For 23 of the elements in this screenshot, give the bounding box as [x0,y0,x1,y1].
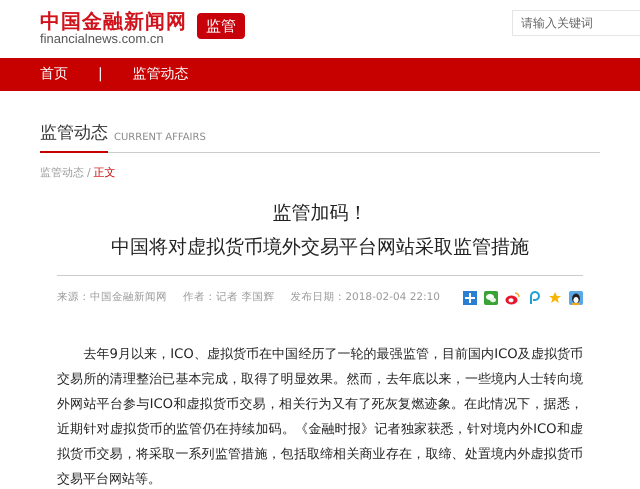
channel-badge: 监管 [197,13,245,39]
logo-title: 中国金融新闻网 [40,10,187,32]
logo-domain: financialnews.com.cn [40,32,165,46]
meta-info: 来源：中国金融新闻网 [57,290,167,305]
breadcrumb-link[interactable]: 正文 [94,164,116,181]
article-title: 监管加码！ [272,201,368,225]
star-icon[interactable] [548,290,562,305]
plus-icon[interactable] [463,290,477,305]
penguin-icon[interactable] [569,290,583,305]
meta-info: 作者：记者 李国辉 [183,290,274,305]
wechat-icon[interactable] [484,290,498,305]
section-title: 监管动态 [40,121,108,152]
section-subtitle: CURRENT AFFAIRS [114,130,206,144]
breadcrumb-separator: / [87,164,91,180]
nav-link[interactable]: 监管动态 [132,64,189,85]
nav-link[interactable]: 首页 [40,64,68,85]
nav-separator: | [98,65,103,84]
article-paragraph: 去年9月以来，ICO、虚拟货币在中国经历了一轮的最强监管，目前国内ICO及虚拟货币交易所的清理整治已基本完成，取得了明显效果。然而，去年底以来，一些境内人士转向境外网站平台参与ICO和虚拟货币交易，相关行为又有了死灰复燃迹象。在此情况下，据悉，近期针对虚拟货币的监管仍在持续加码。《金融时报》记者独家获悉，针对境内外ICO和虚拟货币交易，将采取一系列监管措施，包括取缔相关商业存在，取缔、处置境内外虚拟货币交易平台网站等。 [57,346,583,489]
weibo-icon[interactable] [505,290,520,305]
search-field[interactable]: 请输入关键词 [512,10,640,36]
article-title: 中国将对虚拟货币境外交易平台网站采取监管措施 [111,235,529,259]
meta-info: 发布日期：2018-02-04 22:10 [290,290,440,305]
p-icon[interactable] [527,290,541,305]
